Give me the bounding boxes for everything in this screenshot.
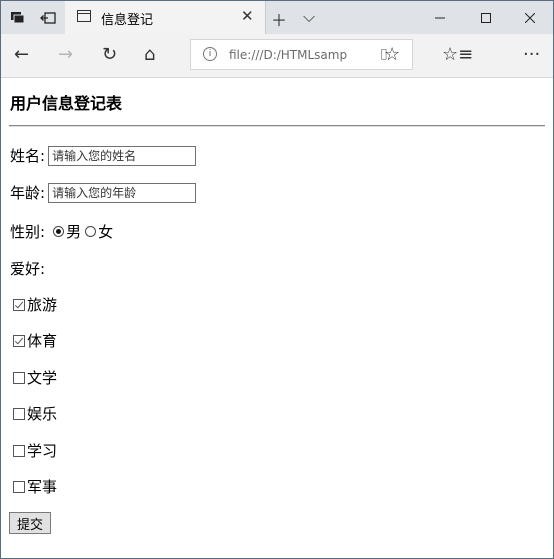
hobby-checkbox[interactable] (13, 298, 25, 311)
hobby-item: 文学 (13, 367, 57, 388)
hobby-item: 体育 (13, 330, 57, 351)
back-arrow-icon[interactable]: ← (14, 44, 29, 65)
browser-window: 信息登记 ✕ ＋ ⌵ ← → ↻ ⌂ i file:///D:/HTMLsamp… (0, 0, 554, 559)
hobby-item: 娱乐 (13, 403, 57, 424)
hobby-item: 军事 (13, 476, 57, 497)
gender-radio-female[interactable] (85, 226, 97, 237)
gender-label: 性别: (10, 223, 46, 241)
hobby-checkbox[interactable] (13, 407, 25, 420)
gender-row: 性别: 男 女 (10, 221, 113, 242)
submit-button[interactable]: 提交 (9, 512, 51, 534)
home-icon[interactable]: ⌂ (144, 44, 155, 65)
page-title: 用户信息登记表 (10, 94, 123, 113)
more-menu-icon[interactable]: ··· (523, 44, 540, 65)
tab-active[interactable]: 信息登记 ✕ (65, 1, 266, 34)
hobby-item-label: 文学 (27, 369, 58, 387)
hobby-item-label: 学习 (27, 442, 58, 460)
age-label: 年龄: (10, 184, 46, 202)
gender-option-label: 女 (98, 223, 114, 241)
maximize-button[interactable] (463, 1, 509, 34)
forward-arrow-icon[interactable]: → (58, 44, 73, 65)
minimize-button[interactable] (417, 1, 463, 34)
hobby-checkbox[interactable] (13, 444, 25, 457)
gender-radio-male[interactable] (53, 226, 65, 237)
page-icon (77, 10, 91, 22)
chevron-down-icon[interactable]: ⌵ (303, 7, 315, 27)
set-aside-tabs-icon[interactable] (33, 1, 63, 34)
hobby-item-label: 军事 (27, 478, 58, 496)
refresh-icon[interactable]: ↻ (102, 44, 117, 65)
new-tab-icon[interactable]: ＋ (271, 7, 287, 31)
navigation-bar: ← → ↻ ⌂ i file:///D:/HTMLsamp ▯ ☆ ☆≡ ··· (1, 34, 553, 78)
address-text[interactable]: file:///D:/HTMLsamp (229, 48, 347, 62)
hobby-item-label: 体育 (27, 332, 58, 350)
info-icon[interactable]: i (203, 47, 217, 61)
hobby-item-label: 娱乐 (27, 405, 58, 423)
tab-title: 信息登记 (101, 13, 154, 28)
favorite-star-icon[interactable]: ☆ (384, 44, 400, 65)
hobby-checkbox[interactable] (13, 480, 25, 493)
tab-manager-icon[interactable] (3, 1, 33, 34)
address-bar[interactable]: i file:///D:/HTMLsamp ▯ (190, 39, 413, 70)
divider (9, 125, 545, 127)
age-row: 年龄: (10, 182, 197, 203)
hobby-item-label: 旅游 (27, 296, 58, 314)
close-tab-icon[interactable]: ✕ (241, 7, 254, 25)
name-label: 姓名: (10, 147, 46, 165)
hobby-item: 旅游 (13, 294, 57, 315)
age-input[interactable] (48, 182, 197, 203)
hobby-checkbox[interactable] (13, 334, 25, 347)
name-input[interactable] (48, 145, 197, 166)
name-row: 姓名: (10, 145, 197, 166)
hobby-label: 爱好: (10, 260, 46, 278)
hobby-checkbox[interactable] (13, 371, 25, 384)
hobby-item: 学习 (13, 440, 57, 461)
title-bar: 信息登记 ✕ ＋ ⌵ (1, 1, 553, 34)
hobby-row: 爱好: (10, 258, 45, 279)
favorites-hub-icon[interactable]: ☆≡ (442, 44, 473, 65)
gender-option-label: 男 (66, 223, 82, 241)
close-window-button[interactable] (507, 1, 553, 34)
